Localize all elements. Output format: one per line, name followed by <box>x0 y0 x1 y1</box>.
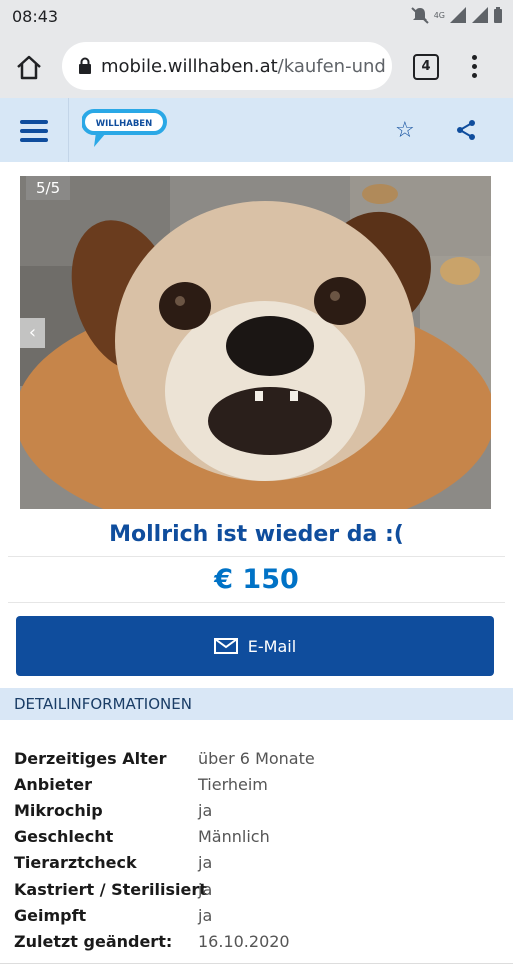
detail-row: Anbieter Tierheim <box>14 771 494 797</box>
detail-label: Mikrochip <box>14 800 103 820</box>
willhaben-logo[interactable]: WILLHABEN <box>82 108 168 150</box>
gallery-counter: 5/5 <box>26 176 71 200</box>
dog-photo <box>20 176 491 509</box>
more-options-icon[interactable] <box>466 52 482 82</box>
site-header: WILLHABEN ☆ <box>0 98 513 162</box>
favorite-star-icon[interactable]: ☆ <box>395 118 415 143</box>
tab-switcher-button[interactable]: 4 <box>413 54 439 80</box>
gallery-prev-arrow-icon[interactable]: ‹ <box>20 318 45 348</box>
divider <box>8 556 505 557</box>
detail-label: Geimpft <box>14 905 87 925</box>
detail-value: ja <box>198 800 213 820</box>
detail-row: Geschlecht Männlich <box>14 824 494 850</box>
detail-value: 16.10.2020 <box>198 931 290 951</box>
detail-row: Kastriert / Sterilisiert ja <box>14 876 494 902</box>
browser-toolbar: mobile.willhaben.at/kaufen-und 4 <box>0 34 513 98</box>
listing-title: Mollrich ist wieder da :( <box>109 522 404 547</box>
detail-row: Tierarztcheck ja <box>14 850 494 876</box>
url-path: /kaufen-und <box>277 55 386 77</box>
detail-label: Anbieter <box>14 774 92 794</box>
details-heading: DETAILINFORMATIONEN <box>0 688 513 720</box>
listing-photo[interactable] <box>20 176 491 509</box>
status-icons: 4G <box>410 6 503 24</box>
listing-price: € 150 <box>214 564 299 595</box>
details-heading-text: DETAILINFORMATIONEN <box>14 695 192 713</box>
detail-value: ja <box>198 853 213 873</box>
envelope-icon <box>213 638 238 654</box>
mute-icon <box>411 7 429 24</box>
detail-value: ja <box>198 905 213 925</box>
detail-label: Kastriert / Sterilisiert <box>14 879 207 899</box>
detail-value: über 6 Monate <box>198 748 315 768</box>
detail-label: Derzeitiges Alter <box>14 748 167 768</box>
detail-value: Männlich <box>198 827 270 847</box>
url-domain: mobile.willhaben.at <box>101 55 278 77</box>
signal-roaming-icon <box>472 7 488 23</box>
detail-row: Zuletzt geändert: 16.10.2020 <box>14 928 494 954</box>
url-text: mobile.willhaben.at/kaufen-und <box>101 56 386 77</box>
detail-value: Tierheim <box>198 774 268 794</box>
share-icon[interactable] <box>454 118 478 142</box>
status-time: 08:43 <box>12 7 59 26</box>
details-list: Derzeitiges Alter über 6 Monate Anbieter T… <box>14 745 494 955</box>
network-type-label: 4G <box>433 10 445 20</box>
detail-row: Mikrochip ja <box>14 797 494 823</box>
email-button-label: E-Mail <box>247 636 297 656</box>
address-bar[interactable]: mobile.willhaben.at/kaufen-und <box>62 42 392 90</box>
detail-row: Geimpft ja <box>14 902 494 928</box>
home-icon[interactable] <box>14 52 44 82</box>
signal-icon <box>450 7 466 23</box>
detail-label: Zuletzt geändert: <box>14 931 173 951</box>
battery-icon <box>494 7 502 23</box>
lock-icon <box>79 57 91 74</box>
detail-row: Derzeitiges Alter über 6 Monate <box>14 745 494 771</box>
email-button[interactable]: E-Mail <box>16 616 494 676</box>
header-divider <box>68 98 69 162</box>
status-bar: 08:43 4G <box>0 0 513 34</box>
hamburger-menu-icon[interactable] <box>20 120 48 142</box>
divider <box>8 602 505 603</box>
logo-text: WILLHABEN <box>96 119 152 129</box>
detail-label: Tierarztcheck <box>14 853 137 873</box>
detail-label: Geschlecht <box>14 827 114 847</box>
detail-value: ja <box>198 879 213 899</box>
